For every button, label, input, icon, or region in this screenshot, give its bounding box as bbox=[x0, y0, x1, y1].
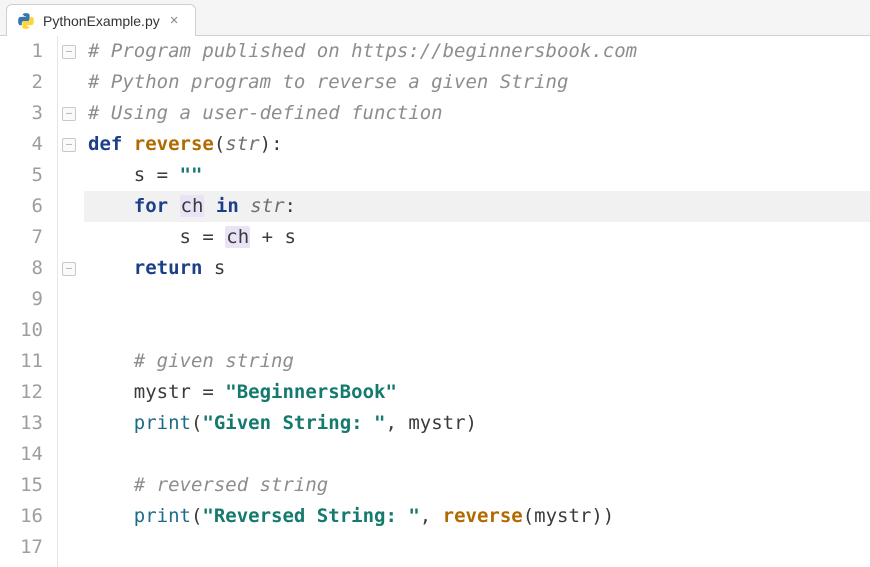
match-highlight: ch bbox=[180, 195, 205, 217]
code-line: # reversed string bbox=[84, 470, 870, 501]
line-number: 10 bbox=[0, 315, 43, 346]
fold-toggle-icon[interactable]: – bbox=[62, 107, 76, 121]
line-number: 3 bbox=[0, 98, 43, 129]
code-line: # given string bbox=[84, 346, 870, 377]
fold-toggle-icon[interactable]: – bbox=[62, 45, 76, 59]
line-number: 2 bbox=[0, 67, 43, 98]
fold-gutter: – – – – bbox=[58, 36, 84, 567]
code-line: def reverse(str): bbox=[84, 129, 870, 160]
close-tab-button[interactable]: × bbox=[168, 13, 181, 28]
line-number: 16 bbox=[0, 501, 43, 532]
line-number: 4 bbox=[0, 129, 43, 160]
line-number: 14 bbox=[0, 439, 43, 470]
line-number: 17 bbox=[0, 532, 43, 563]
code-line: s = "" bbox=[84, 160, 870, 191]
code-line bbox=[84, 315, 870, 346]
line-number: 13 bbox=[0, 408, 43, 439]
code-line: mystr = "BeginnersBook" bbox=[84, 377, 870, 408]
code-area[interactable]: # Program published on https://beginners… bbox=[84, 36, 870, 567]
line-number: 15 bbox=[0, 470, 43, 501]
code-line: # Python program to reverse a given Stri… bbox=[84, 67, 870, 98]
fold-toggle-icon[interactable]: – bbox=[62, 262, 76, 276]
line-number: 1 bbox=[0, 36, 43, 67]
python-file-icon bbox=[17, 12, 35, 30]
code-line bbox=[84, 532, 870, 563]
line-number: 9 bbox=[0, 284, 43, 315]
code-line bbox=[84, 439, 870, 470]
line-number-gutter: 1 2 3 4 5 6 7 8 9 10 11 12 13 14 15 16 1… bbox=[0, 36, 58, 567]
line-number: 6 bbox=[0, 191, 43, 222]
line-number: 7 bbox=[0, 222, 43, 253]
tab-bar: PythonExample.py × bbox=[0, 0, 870, 36]
code-line bbox=[84, 284, 870, 315]
code-line-current: for ch in str: bbox=[84, 191, 870, 222]
match-highlight: ch bbox=[225, 226, 250, 248]
line-number: 8 bbox=[0, 253, 43, 284]
code-line: # Using a user-defined function bbox=[84, 98, 870, 129]
file-tab-label: PythonExample.py bbox=[43, 13, 160, 29]
line-number: 11 bbox=[0, 346, 43, 377]
fold-toggle-icon[interactable]: – bbox=[62, 138, 76, 152]
line-number: 12 bbox=[0, 377, 43, 408]
code-line: s = ch + s bbox=[84, 222, 870, 253]
code-editor[interactable]: 1 2 3 4 5 6 7 8 9 10 11 12 13 14 15 16 1… bbox=[0, 36, 870, 567]
code-line: print("Given String: ", mystr) bbox=[84, 408, 870, 439]
code-line: # Program published on https://beginners… bbox=[84, 36, 870, 67]
code-line: return s bbox=[84, 253, 870, 284]
line-number: 5 bbox=[0, 160, 43, 191]
code-line: print("Reversed String: ", reverse(mystr… bbox=[84, 501, 870, 532]
file-tab[interactable]: PythonExample.py × bbox=[6, 4, 196, 36]
